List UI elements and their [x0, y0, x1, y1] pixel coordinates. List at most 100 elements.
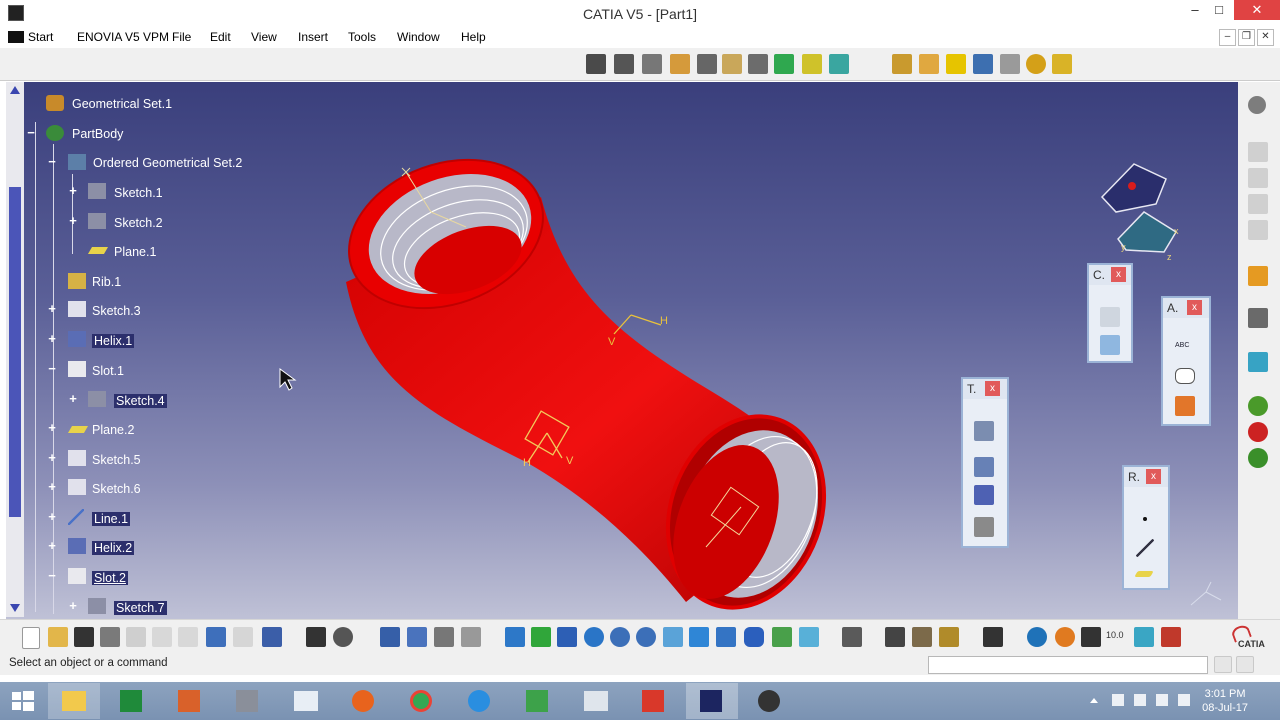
- mdi-restore-button[interactable]: ❐: [1238, 29, 1255, 46]
- tree-item-line-1[interactable]: Line.1: [92, 512, 131, 526]
- multi-view-icon[interactable]: [842, 627, 862, 647]
- axis-system-icon[interactable]: [1081, 627, 1101, 647]
- tree-item-helix-2[interactable]: Helix.2: [92, 541, 135, 555]
- select-arrow-icon[interactable]: [1248, 266, 1268, 286]
- pocket-icon[interactable]: [614, 54, 634, 74]
- mirror-icon[interactable]: [974, 457, 994, 477]
- tree-item-sketch-5[interactable]: Sketch.5: [92, 453, 141, 467]
- app-taskbar-icon[interactable]: [222, 683, 274, 719]
- manual-update-icon[interactable]: [1055, 627, 1075, 647]
- collapse-slot1-toggle[interactable]: −: [47, 362, 57, 375]
- tree-item-rib-1[interactable]: Rib.1: [92, 275, 121, 289]
- thread-icon[interactable]: [1052, 54, 1072, 74]
- firefox-taskbar-icon[interactable]: [338, 683, 390, 719]
- close-button[interactable]: ✕: [1234, 0, 1280, 20]
- hide-show-icon[interactable]: [772, 627, 792, 647]
- fly-mode-icon[interactable]: [505, 627, 525, 647]
- swap-space-icon[interactable]: [799, 627, 819, 647]
- network-app-taskbar-icon[interactable]: [512, 683, 564, 719]
- undo-icon[interactable]: [206, 627, 226, 647]
- mdi-close-button[interactable]: ✕: [1257, 29, 1274, 46]
- save-icon[interactable]: [74, 627, 94, 647]
- chamfer-icon[interactable]: [919, 54, 939, 74]
- obs-taskbar-icon[interactable]: [744, 683, 796, 719]
- paste-icon[interactable]: [178, 627, 198, 647]
- sketch-tool-icon[interactable]: [1248, 308, 1268, 328]
- floating-toolbar-a[interactable]: A. x ABC: [1161, 296, 1211, 426]
- zoom-in-icon[interactable]: [610, 627, 630, 647]
- video-app-taskbar-icon[interactable]: [628, 683, 680, 719]
- collapse-ordered-set-toggle[interactable]: −: [47, 155, 57, 168]
- plane-tool-icon[interactable]: [1134, 571, 1154, 577]
- floating-toolbar-c-close[interactable]: x: [1111, 267, 1126, 282]
- tree-item-helix-1[interactable]: Helix.1: [92, 334, 135, 348]
- removed-loft-icon[interactable]: [829, 54, 849, 74]
- collapse-slot2-toggle[interactable]: −: [47, 569, 57, 582]
- maximize-button[interactable]: □: [1204, 0, 1234, 20]
- target-icon[interactable]: [1026, 54, 1046, 74]
- expand-plane2-toggle[interactable]: +: [47, 421, 57, 434]
- measure-item-icon[interactable]: [912, 627, 932, 647]
- system-clock[interactable]: 3:01 PM 08-Jul-17: [1202, 687, 1248, 715]
- line-tool-icon[interactable]: [1136, 539, 1154, 557]
- flag-icon[interactable]: [1112, 694, 1124, 706]
- work-on-support-icon[interactable]: [1134, 627, 1154, 647]
- update-all-icon[interactable]: [1027, 627, 1047, 647]
- copy-icon[interactable]: [152, 627, 172, 647]
- scrollbar-thumb[interactable]: [9, 187, 21, 517]
- open-icon[interactable]: [48, 627, 68, 647]
- menu-edit[interactable]: Edit: [210, 30, 231, 44]
- stiffener-icon[interactable]: [774, 54, 794, 74]
- menu-file[interactable]: File: [172, 30, 191, 44]
- tree-item-sketch-2[interactable]: Sketch.2: [114, 216, 163, 230]
- floating-toolbar-t[interactable]: T. x: [961, 377, 1009, 548]
- pad-icon[interactable]: [586, 54, 606, 74]
- redo-icon[interactable]: [233, 627, 253, 647]
- windows-start-button[interactable]: [2, 683, 54, 719]
- camera-icon[interactable]: [983, 627, 1003, 647]
- tree-item-geometrical-set-1[interactable]: Geometrical Set.1: [72, 97, 172, 111]
- expand-sketch2-toggle[interactable]: +: [68, 214, 78, 227]
- tree-item-slot-1[interactable]: Slot.1: [92, 364, 124, 378]
- expand-sketch5-toggle[interactable]: +: [47, 451, 57, 464]
- excel-taskbar-icon[interactable]: [106, 683, 158, 719]
- transform-icon[interactable]: [974, 421, 994, 441]
- expand-sketch4-toggle[interactable]: +: [68, 392, 78, 405]
- table-icon[interactable]: [380, 627, 400, 647]
- file-explorer-taskbar-icon[interactable]: [48, 683, 100, 719]
- expand-sketch3-toggle[interactable]: +: [47, 302, 57, 315]
- expand-sketch7-toggle[interactable]: +: [68, 599, 78, 612]
- catalog-icon[interactable]: [407, 627, 427, 647]
- tree-item-sketch-6[interactable]: Sketch.6: [92, 482, 141, 496]
- sketcher-2-icon[interactable]: [1248, 168, 1268, 188]
- tree-item-plane-2[interactable]: Plane.2: [92, 423, 134, 437]
- floating-toolbar-t-close[interactable]: x: [985, 381, 1000, 396]
- internet-explorer-taskbar-icon[interactable]: [454, 683, 506, 719]
- knowledge-icon[interactable]: [1248, 448, 1268, 468]
- tree-item-plane-1[interactable]: Plane.1: [114, 245, 156, 259]
- tree-item-partbody[interactable]: PartBody: [72, 127, 123, 141]
- groove-icon[interactable]: [670, 54, 690, 74]
- measure-inertia-icon[interactable]: [939, 627, 959, 647]
- network-icon[interactable]: [1156, 694, 1168, 706]
- hole-icon[interactable]: [697, 54, 717, 74]
- measure-icon[interactable]: [1248, 352, 1268, 372]
- expand-helix2-toggle[interactable]: +: [47, 539, 57, 552]
- pattern-icon[interactable]: [1000, 54, 1020, 74]
- tree-item-sketch-7[interactable]: Sketch.7: [114, 601, 167, 615]
- powerpoint-taskbar-icon[interactable]: [164, 683, 216, 719]
- pan-icon[interactable]: [557, 627, 577, 647]
- expand-sketch1-toggle[interactable]: +: [68, 184, 78, 197]
- tree-item-ordered-geometrical-set-2[interactable]: Ordered Geometrical Set.2: [93, 156, 242, 170]
- mail-taskbar-icon[interactable]: [280, 683, 332, 719]
- collapse-partbody-toggle[interactable]: −: [26, 126, 36, 139]
- command-clear-icon[interactable]: [1236, 656, 1254, 673]
- rib-tool-icon[interactable]: [722, 54, 742, 74]
- menu-start[interactable]: Start: [6, 29, 58, 45]
- command-input[interactable]: [928, 656, 1208, 674]
- floating-toolbar-c[interactable]: C. x: [1087, 263, 1133, 363]
- expand-helix1-toggle[interactable]: +: [47, 332, 57, 345]
- iso-view-icon[interactable]: [716, 627, 736, 647]
- grid-snap-icon[interactable]: 10.0: [1106, 630, 1124, 640]
- tray-expand-icon[interactable]: [1090, 698, 1098, 703]
